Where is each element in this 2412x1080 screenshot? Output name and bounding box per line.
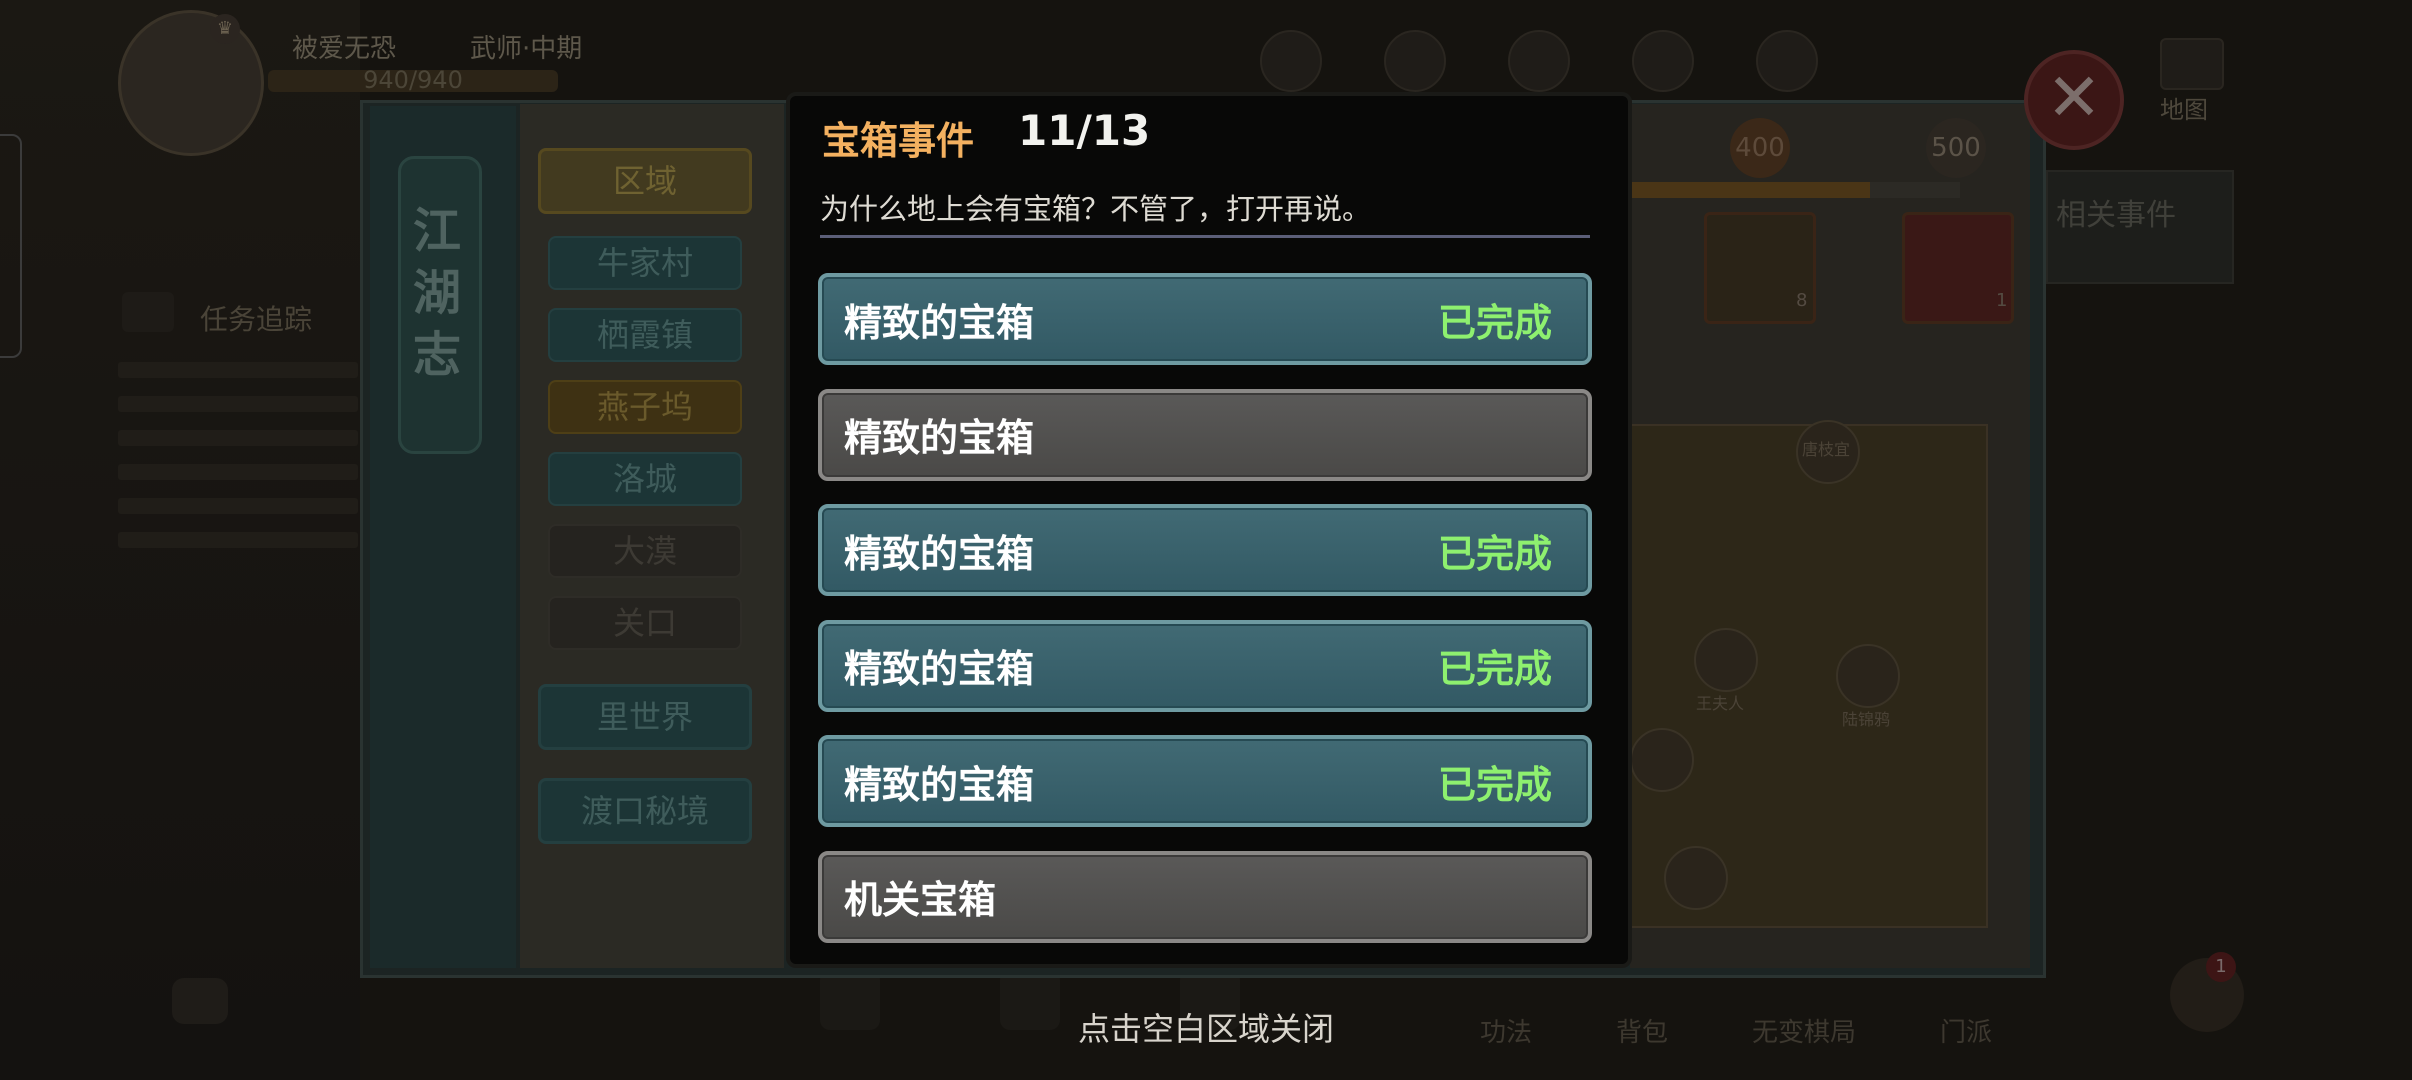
event-row-1[interactable]: 精致的宝箱 已完成 — [818, 273, 1592, 365]
top-icon-5[interactable] — [1756, 30, 1818, 92]
area-luocheng[interactable]: 洛城 — [548, 452, 742, 506]
event-name: 精致的宝箱 — [844, 530, 1035, 576]
player-rank: 武师·中期 — [470, 34, 583, 64]
event-row-2[interactable]: 精致的宝箱 — [818, 388, 1592, 481]
dialog-divider — [820, 235, 1590, 238]
area-yanziwu[interactable]: 燕子坞 — [548, 380, 742, 434]
quest-tracker-icon[interactable] — [122, 292, 174, 332]
map-label: 地图 — [2160, 96, 2208, 124]
npc-portrait-2[interactable] — [1694, 628, 1758, 692]
book-title: 江湖志 — [412, 203, 461, 383]
area-header: 区域 — [538, 148, 752, 214]
milestone-500[interactable]: 500 — [1926, 118, 1986, 178]
quest-tracker-list — [118, 352, 358, 566]
top-icon-3[interactable] — [1508, 30, 1570, 92]
player-name: 被爱无恐 — [292, 34, 397, 64]
player-avatar[interactable] — [118, 10, 264, 156]
close-hint[interactable]: 点击空白区域关闭 — [0, 1004, 2412, 1050]
event-row-5[interactable]: 精致的宝箱 已完成 — [818, 735, 1592, 827]
reward-count-2: 1 — [1996, 290, 2008, 311]
dialog-description: 为什么地上会有宝箱？不管了，打开再说。 — [820, 192, 1372, 226]
area-ferry-realm[interactable]: 渡口秘境 — [538, 778, 752, 844]
area-guankou[interactable]: 关口 — [548, 596, 742, 650]
area-qixiazhen[interactable]: 栖霞镇 — [548, 308, 742, 362]
reward-count-1: 8 — [1796, 290, 1808, 311]
related-events-label[interactable]: 相关事件 — [2056, 190, 2176, 234]
event-status-completed: 已完成 — [1437, 299, 1552, 345]
top-icon-2[interactable] — [1384, 30, 1446, 92]
npc-name-2: 王夫人 — [1696, 694, 1745, 713]
npc-portrait-5[interactable] — [1630, 728, 1694, 792]
npc-portrait-4[interactable] — [1664, 846, 1728, 910]
quest-tracker-title[interactable]: 任务追踪 — [200, 298, 312, 338]
progress-fill — [1630, 182, 1870, 198]
event-status-completed: 已完成 — [1437, 646, 1552, 691]
event-name: 精致的宝箱 — [844, 415, 1035, 460]
avatar-level-badge: ♛ — [210, 14, 240, 44]
event-name: 精致的宝箱 — [844, 299, 1035, 345]
event-row-4[interactable]: 精致的宝箱 已完成 — [818, 619, 1592, 712]
close-icon[interactable]: ✕ — [2024, 50, 2124, 150]
area-inner-world[interactable]: 里世界 — [538, 684, 752, 750]
event-list: 精致的宝箱 已完成 精致的宝箱 精致的宝箱 已完成 精致的宝箱 已完成 精致的宝… — [818, 273, 1592, 966]
area-damo[interactable]: 大漠 — [548, 524, 742, 578]
event-row-3[interactable]: 精致的宝箱 已完成 — [818, 504, 1592, 596]
area-niujiacun[interactable]: 牛家村 — [548, 236, 742, 290]
edge-pull-tab[interactable] — [0, 134, 22, 358]
event-name: 精致的宝箱 — [844, 761, 1035, 807]
event-name: 机关宝箱 — [844, 877, 997, 922]
notification-badge: 1 — [2206, 952, 2236, 982]
top-icon-4[interactable] — [1632, 30, 1694, 92]
milestone-400[interactable]: 400 — [1730, 118, 1790, 178]
event-status-completed: 已完成 — [1437, 530, 1552, 576]
top-icon-1[interactable] — [1260, 30, 1322, 92]
npc-name-3: 陆锦鸦 — [1842, 710, 1891, 729]
event-progress-count: 11/13 — [1018, 106, 1151, 155]
top-toolbar — [1260, 30, 1818, 92]
hp-value: 940/940 — [363, 66, 463, 94]
npc-portrait-3[interactable] — [1836, 644, 1900, 708]
event-row-6[interactable]: 机关宝箱 — [818, 850, 1592, 943]
event-name: 精致的宝箱 — [844, 646, 1035, 691]
map-icon[interactable] — [2160, 38, 2224, 90]
dialog-title: 宝箱事件 — [822, 118, 975, 163]
event-status-completed: 已完成 — [1437, 761, 1552, 807]
npc-name-1: 唐枝宜 — [1802, 440, 1851, 459]
